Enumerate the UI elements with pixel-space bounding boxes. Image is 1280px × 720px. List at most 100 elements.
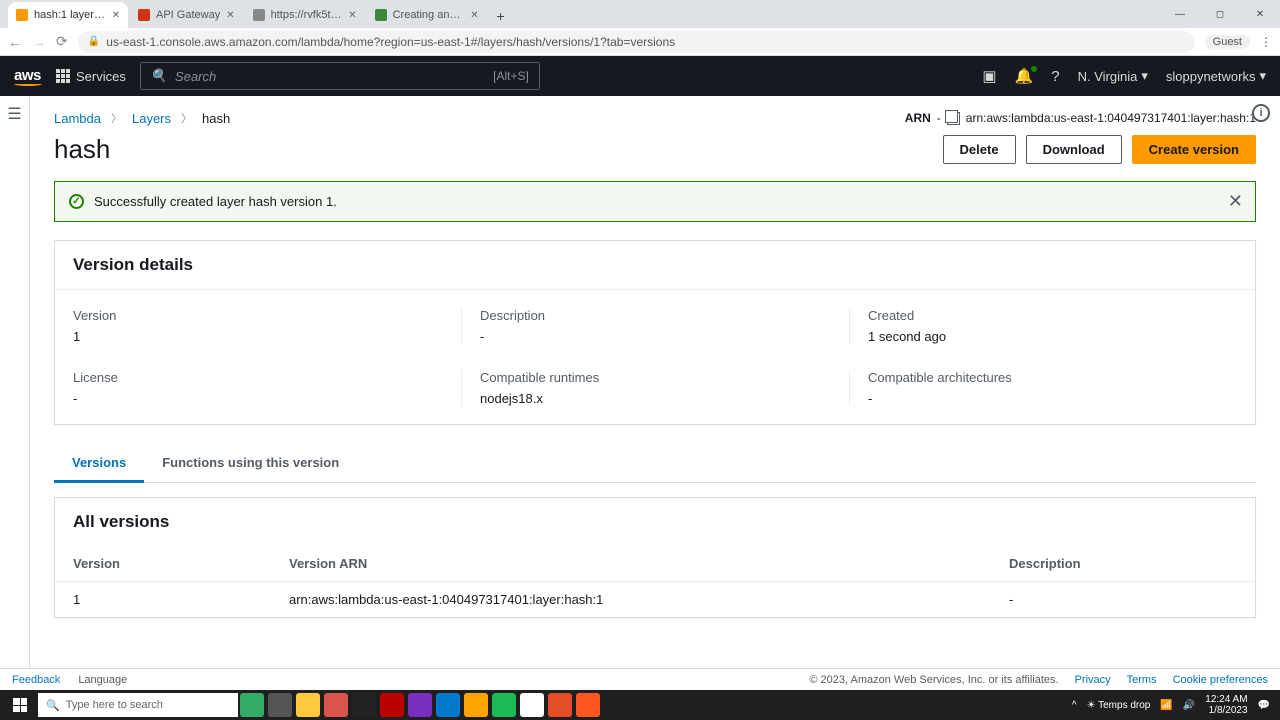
services-label: Services <box>76 69 126 84</box>
taskbar-search[interactable]: 🔍 Type here to search <box>38 693 238 717</box>
reload-icon[interactable]: ⟳ <box>56 33 68 50</box>
close-window-icon[interactable]: ✕ <box>1240 0 1280 28</box>
cell-arn: arn:aws:lambda:us-east-1:040497317401:la… <box>271 582 991 618</box>
breadcrumb: Lambda 〉 Layers 〉 hash <box>54 110 230 126</box>
page-title: hash <box>54 134 110 165</box>
col-header[interactable]: Version <box>55 546 271 582</box>
delete-button[interactable]: Delete <box>943 135 1016 164</box>
taskbar-app-icon[interactable] <box>380 693 404 717</box>
search-icon: 🔍 <box>46 699 60 712</box>
services-button[interactable]: Services <box>56 69 126 84</box>
info-panel-toggle[interactable]: i <box>1252 104 1270 122</box>
detail-key: License <box>73 370 461 385</box>
taskbar-app-icon[interactable] <box>324 693 348 717</box>
detail-value: nodejs18.x <box>480 391 849 406</box>
taskbar-app-icon[interactable] <box>548 693 572 717</box>
menu-icon[interactable]: ⋮ <box>1260 35 1272 49</box>
taskbar-app-icon[interactable] <box>408 693 432 717</box>
notifications-icon[interactable]: 💬 <box>1258 700 1270 711</box>
search-placeholder: Search <box>175 69 216 84</box>
detail-key: Created <box>868 308 1237 323</box>
taskbar-app-icon[interactable] <box>464 693 488 717</box>
windows-taskbar: 🔍 Type here to search ^ ☀ Temps drop 📶 🔊… <box>0 690 1280 720</box>
alert-text: Successfully created layer hash version … <box>94 194 337 209</box>
bell-icon[interactable]: 🔔 <box>1015 67 1034 85</box>
close-tab-icon[interactable]: ✕ <box>470 10 478 21</box>
col-header[interactable]: Version ARN <box>271 546 991 582</box>
taskbar-app-icon[interactable] <box>240 693 264 717</box>
tab-versions[interactable]: Versions <box>54 445 144 483</box>
start-button[interactable] <box>4 690 36 720</box>
help-icon[interactable]: ? <box>1051 68 1059 85</box>
browser-tab[interactable]: https://rvfk5t2oe7.execute-api... ✕ <box>245 2 365 28</box>
col-header[interactable]: Description <box>991 546 1255 582</box>
detail-key: Compatible architectures <box>868 370 1237 385</box>
search-input[interactable]: 🔍 Search [Alt+S] <box>140 62 540 90</box>
sound-icon[interactable]: 🔊 <box>1183 700 1195 711</box>
aws-topnav: aws Services 🔍 Search [Alt+S] ▣ 🔔 ? N. V… <box>0 56 1280 96</box>
aws-logo[interactable]: aws <box>14 67 42 86</box>
arn-value: arn:aws:lambda:us-east-1:040497317401:la… <box>966 111 1256 125</box>
cloudshell-icon[interactable]: ▣ <box>982 67 996 85</box>
download-button[interactable]: Download <box>1026 135 1122 164</box>
tab-title: https://rvfk5t2oe7.execute-api... <box>271 9 343 21</box>
table-row[interactable]: 1 arn:aws:lambda:us-east-1:040497317401:… <box>55 582 1255 618</box>
browser-tabstrip: hash:1 layer - Lambda ✕ API Gateway ✕ ht… <box>0 0 1280 28</box>
back-icon[interactable]: ← <box>8 34 22 50</box>
chevron-right-icon: 〉 <box>181 110 192 126</box>
close-tab-icon[interactable]: ✕ <box>112 10 120 21</box>
copy-icon[interactable] <box>947 112 960 125</box>
profile-chip[interactable]: Guest <box>1205 35 1250 49</box>
detail-value: - <box>868 391 1237 406</box>
maximize-icon[interactable]: ◻ <box>1200 0 1240 28</box>
breadcrumb-lambda[interactable]: Lambda <box>54 111 101 126</box>
arn-label: ARN <box>905 111 931 125</box>
language-selector[interactable]: Language <box>78 674 127 686</box>
tab-title: Creating and sharing Lambda la... <box>393 9 465 21</box>
browser-tab[interactable]: Creating and sharing Lambda la... ✕ <box>367 2 487 28</box>
favicon <box>138 9 150 21</box>
browser-tab[interactable]: API Gateway ✕ <box>130 2 243 28</box>
terms-link[interactable]: Terms <box>1127 674 1157 686</box>
account-menu[interactable]: sloppynetworks▾ <box>1166 68 1266 84</box>
windows-logo-icon <box>13 698 27 712</box>
minimize-icon[interactable]: — <box>1160 0 1200 28</box>
taskbar-app-icon[interactable] <box>268 693 292 717</box>
region-selector[interactable]: N. Virginia▾ <box>1078 68 1148 84</box>
favicon <box>375 9 387 21</box>
breadcrumb-layers[interactable]: Layers <box>132 111 171 126</box>
weather-widget[interactable]: ☀ Temps drop <box>1087 700 1151 711</box>
all-versions-panel: All versions Version Version ARN Descrip… <box>54 497 1256 618</box>
favicon <box>253 9 265 21</box>
detail-value: 1 second ago <box>868 329 1237 344</box>
system-tray: ^ ☀ Temps drop 📶 🔊 12:24 AM 1/8/2023 💬 <box>1072 694 1276 716</box>
tray-icon[interactable]: ^ <box>1072 700 1077 711</box>
tab-functions-using[interactable]: Functions using this version <box>144 445 357 482</box>
forward-icon[interactable]: → <box>32 34 46 50</box>
taskbar-app-icon[interactable] <box>296 693 320 717</box>
taskbar-app-icon[interactable] <box>576 693 600 717</box>
detail-key: Compatible runtimes <box>480 370 849 385</box>
browser-tab-active[interactable]: hash:1 layer - Lambda ✕ <box>8 2 128 28</box>
feedback-link[interactable]: Feedback <box>12 674 60 686</box>
close-tab-icon[interactable]: ✕ <box>348 10 356 21</box>
tabs: Versions Functions using this version <box>54 445 1256 483</box>
browser-toolbar: ← → ⟳ 🔒 us-east-1.console.aws.amazon.com… <box>0 28 1280 56</box>
taskbar-app-icon[interactable] <box>492 693 516 717</box>
cookies-link[interactable]: Cookie preferences <box>1173 674 1268 686</box>
address-bar[interactable]: 🔒 us-east-1.console.aws.amazon.com/lambd… <box>78 31 1195 53</box>
taskbar-app-icon[interactable] <box>436 693 460 717</box>
url-text: us-east-1.console.aws.amazon.com/lambda/… <box>106 35 675 49</box>
taskbar-app-icon[interactable] <box>352 693 376 717</box>
taskbar-search-placeholder: Type here to search <box>66 699 163 711</box>
close-alert-icon[interactable]: ✕ <box>1228 191 1243 212</box>
clock[interactable]: 12:24 AM 1/8/2023 <box>1205 694 1247 716</box>
close-tab-icon[interactable]: ✕ <box>226 10 234 21</box>
arn-display: ARN - arn:aws:lambda:us-east-1:040497317… <box>905 111 1256 125</box>
new-tab-button[interactable]: + <box>489 4 513 28</box>
wifi-icon[interactable]: 📶 <box>1160 700 1172 711</box>
create-version-button[interactable]: Create version <box>1132 135 1256 164</box>
privacy-link[interactable]: Privacy <box>1075 674 1111 686</box>
sidebar-toggle[interactable]: ☰ <box>0 96 30 668</box>
taskbar-app-icon[interactable] <box>520 693 544 717</box>
